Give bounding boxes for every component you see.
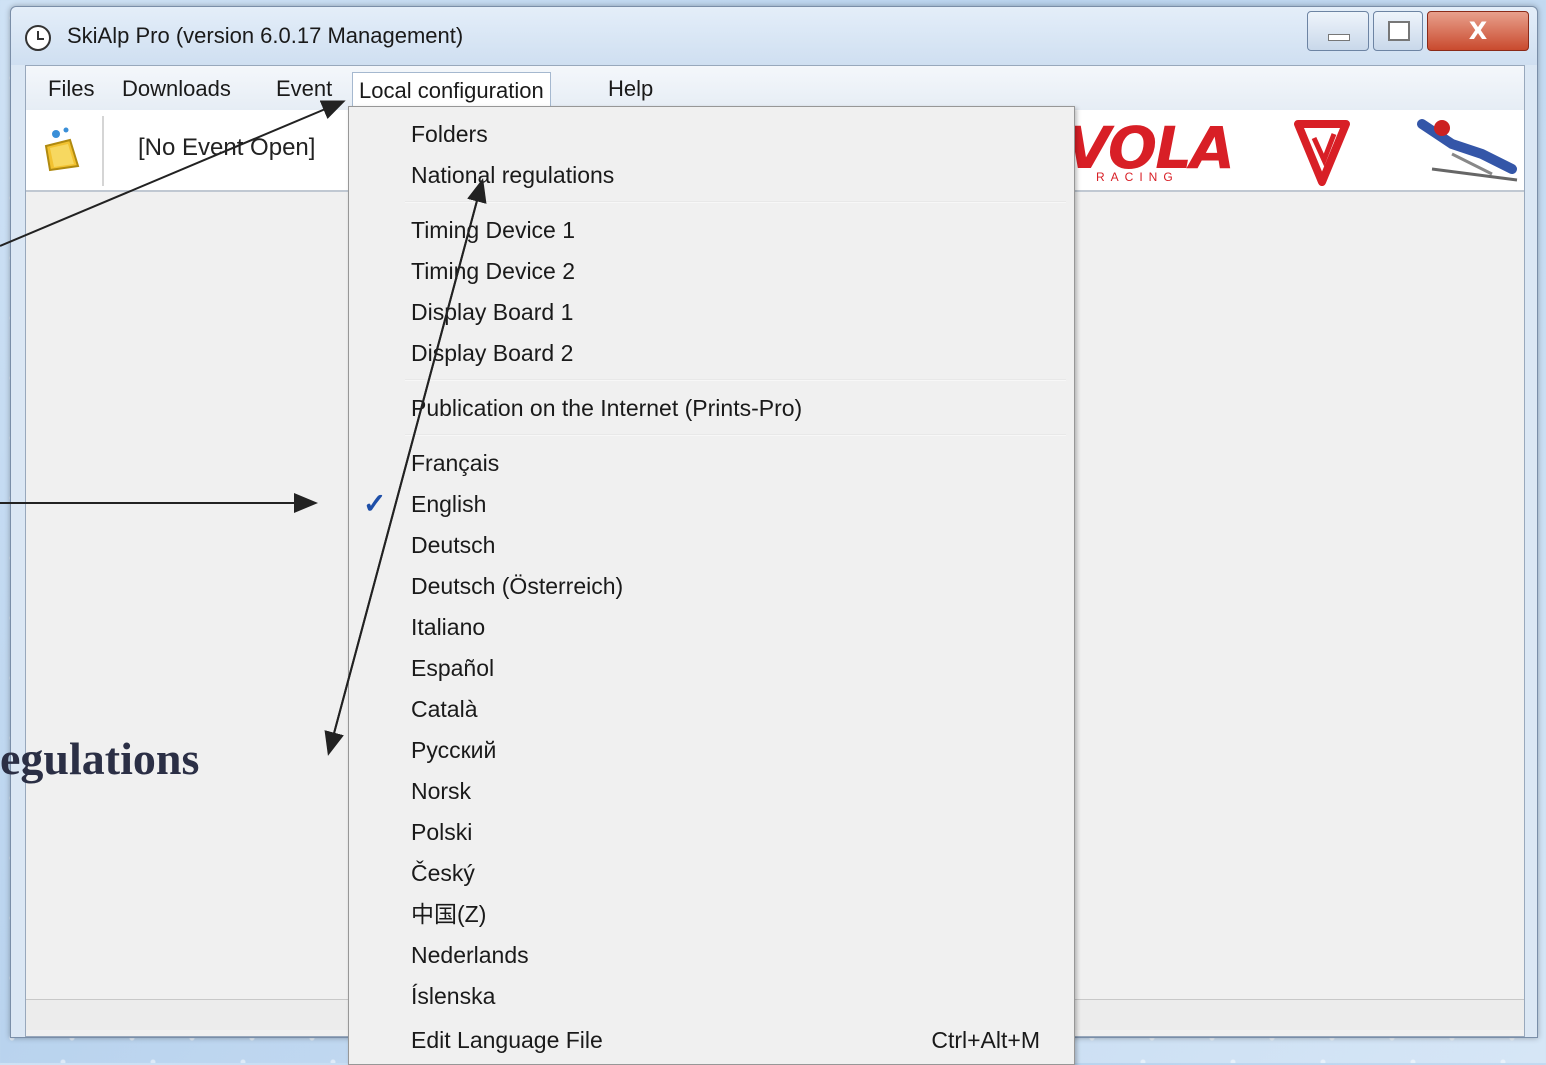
toolbar-separator xyxy=(102,116,104,186)
menu-item-lang-islenska[interactable]: Íslenska xyxy=(411,977,495,1015)
close-button[interactable]: X xyxy=(1427,11,1529,51)
skier-icon xyxy=(1417,119,1518,182)
open-event-icon[interactable] xyxy=(40,126,84,174)
checkmark-icon: ✓ xyxy=(363,488,387,519)
maximize-icon xyxy=(1388,21,1410,41)
menu-item-lang-italiano[interactable]: Italiano xyxy=(411,608,485,646)
menu-item-lang-polski[interactable]: Polski xyxy=(411,813,472,851)
menu-item-lang-deutsch-at[interactable]: Deutsch (Österreich) xyxy=(411,567,623,605)
minimize-button[interactable] xyxy=(1307,11,1369,51)
close-icon: X xyxy=(1468,17,1488,45)
menu-bar: Files Downloads Event Local configuratio… xyxy=(26,66,1524,111)
menu-item-display-board-1[interactable]: Display Board 1 xyxy=(411,293,573,331)
menu-item-lang-catala[interactable]: Català xyxy=(411,690,477,728)
shortcut-label: Ctrl+Alt+M xyxy=(931,1027,1040,1053)
menu-help[interactable]: Help xyxy=(608,76,653,102)
menu-item-lang-english[interactable]: English xyxy=(411,485,486,523)
menu-item-lang-cesky[interactable]: Český xyxy=(411,854,475,892)
event-status: [No Event Open] xyxy=(138,134,316,161)
maximize-button[interactable] xyxy=(1373,11,1423,51)
menu-item-lang-russian[interactable]: Русский xyxy=(411,731,496,769)
menu-item-lang-deutsch[interactable]: Deutsch xyxy=(411,526,495,564)
local-configuration-dropdown: Folders National regulations Timing Devi… xyxy=(348,106,1075,1065)
menu-item-timing-device-2[interactable]: Timing Device 2 xyxy=(411,252,575,290)
menu-item-display-board-2[interactable]: Display Board 2 xyxy=(411,334,573,372)
menu-item-timing-device-1[interactable]: Timing Device 1 xyxy=(411,211,575,249)
menu-separator xyxy=(405,201,1066,203)
window-title: SkiAlp Pro (version 6.0.17 Management) xyxy=(67,23,464,48)
menu-item-lang-chinese[interactable]: 中国(Z) xyxy=(411,895,486,933)
menu-separator xyxy=(405,379,1066,381)
menu-item-lang-espanol[interactable]: Español xyxy=(411,649,494,687)
menu-item-folders[interactable]: Folders xyxy=(411,115,488,153)
menu-item-national-regulations[interactable]: National regulations xyxy=(411,156,614,194)
menu-files[interactable]: Files xyxy=(48,76,94,102)
menu-item-lang-nederlands[interactable]: Nederlands xyxy=(411,936,529,974)
slide-caption: egulations xyxy=(0,733,200,784)
vola-logo-subtitle: RACING xyxy=(1096,170,1179,184)
menu-item-edit-language-file[interactable]: Edit Language File xyxy=(411,1021,603,1059)
menu-gutter xyxy=(349,107,399,1064)
menu-separator xyxy=(405,434,1066,436)
clock-icon xyxy=(25,25,51,51)
vola-triangle-icon xyxy=(1294,120,1350,186)
menu-item-publication-internet[interactable]: Publication on the Internet (Prints-Pro) xyxy=(411,389,802,427)
title-bar[interactable]: SkiAlp Pro (version 6.0.17 Management) X xyxy=(11,7,1537,65)
minimize-icon xyxy=(1328,34,1350,41)
menu-item-lang-francais[interactable]: Français xyxy=(411,444,499,482)
menu-item-lang-norsk[interactable]: Norsk xyxy=(411,772,471,810)
menu-downloads[interactable]: Downloads xyxy=(122,76,231,102)
menu-local-configuration[interactable]: Local configuration xyxy=(352,72,551,110)
menu-event[interactable]: Event xyxy=(276,76,332,102)
